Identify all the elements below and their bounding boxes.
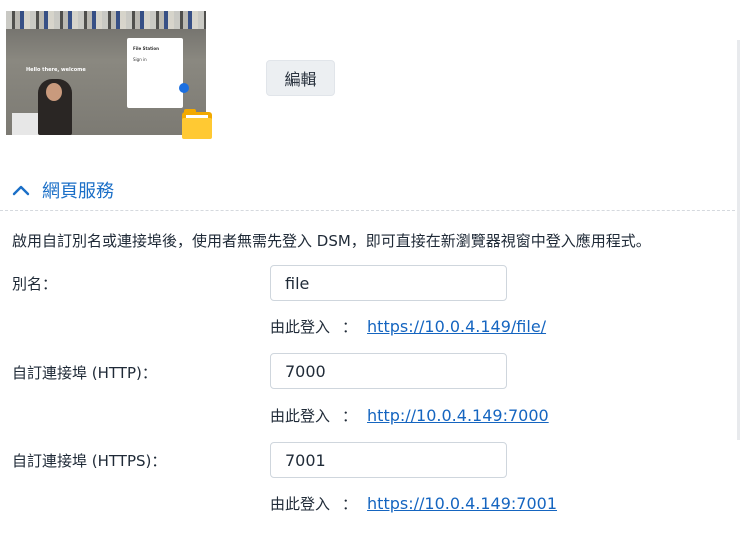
https-port-label: 自訂連接埠 (HTTPS)： bbox=[12, 452, 167, 470]
thumbnail-arrow-icon bbox=[179, 83, 189, 93]
app-thumbnail: Hello there, welcome File Station Sign i… bbox=[6, 11, 206, 135]
section-title: 網頁服務 bbox=[42, 181, 114, 202]
section-toggle-web-service[interactable]: 網頁服務 bbox=[12, 176, 114, 204]
alias-login-link[interactable]: https://10.0.4.149/file/ bbox=[367, 317, 546, 336]
thumbnail-hello-text: Hello there, welcome bbox=[26, 67, 86, 73]
http-login-link[interactable]: http://10.0.4.149:7000 bbox=[367, 406, 549, 425]
thumbnail-card-title: File Station bbox=[133, 46, 159, 51]
http-login-row: 由此登入 ： http://10.0.4.149:7000 bbox=[270, 405, 549, 426]
alias-label: 別名： bbox=[12, 275, 58, 293]
alias-login-row: 由此登入 ： https://10.0.4.149/file/ bbox=[270, 316, 546, 337]
login-colon: ： bbox=[342, 495, 358, 513]
login-label: 由此登入 bbox=[270, 407, 331, 425]
login-colon: ： bbox=[342, 318, 358, 336]
https-login-row: 由此登入 ： https://10.0.4.149:7001 bbox=[270, 493, 557, 514]
thumbnail-face bbox=[46, 83, 62, 101]
thumbnail-login-card: File Station Sign in bbox=[127, 38, 183, 108]
chevron-up-icon bbox=[12, 185, 30, 196]
edit-button[interactable]: 編輯 bbox=[266, 60, 335, 96]
https-port-input[interactable] bbox=[270, 442, 507, 478]
thumbnail-card-sub: Sign in bbox=[133, 57, 147, 62]
folder-icon bbox=[182, 109, 212, 139]
thumbnail-shelf bbox=[6, 11, 206, 29]
http-port-input[interactable] bbox=[270, 353, 507, 389]
login-colon: ： bbox=[342, 407, 358, 425]
alias-input[interactable] bbox=[270, 265, 507, 301]
section-description: 啟用自訂別名或連接埠後，使用者無需先登入 DSM，即可直接在新瀏覽器視窗中登入應… bbox=[12, 232, 651, 250]
login-label: 由此登入 bbox=[270, 495, 331, 513]
https-login-link[interactable]: https://10.0.4.149:7001 bbox=[367, 494, 557, 513]
login-label: 由此登入 bbox=[270, 318, 331, 336]
http-port-label: 自訂連接埠 (HTTP)： bbox=[12, 364, 157, 382]
section-divider bbox=[0, 210, 740, 211]
